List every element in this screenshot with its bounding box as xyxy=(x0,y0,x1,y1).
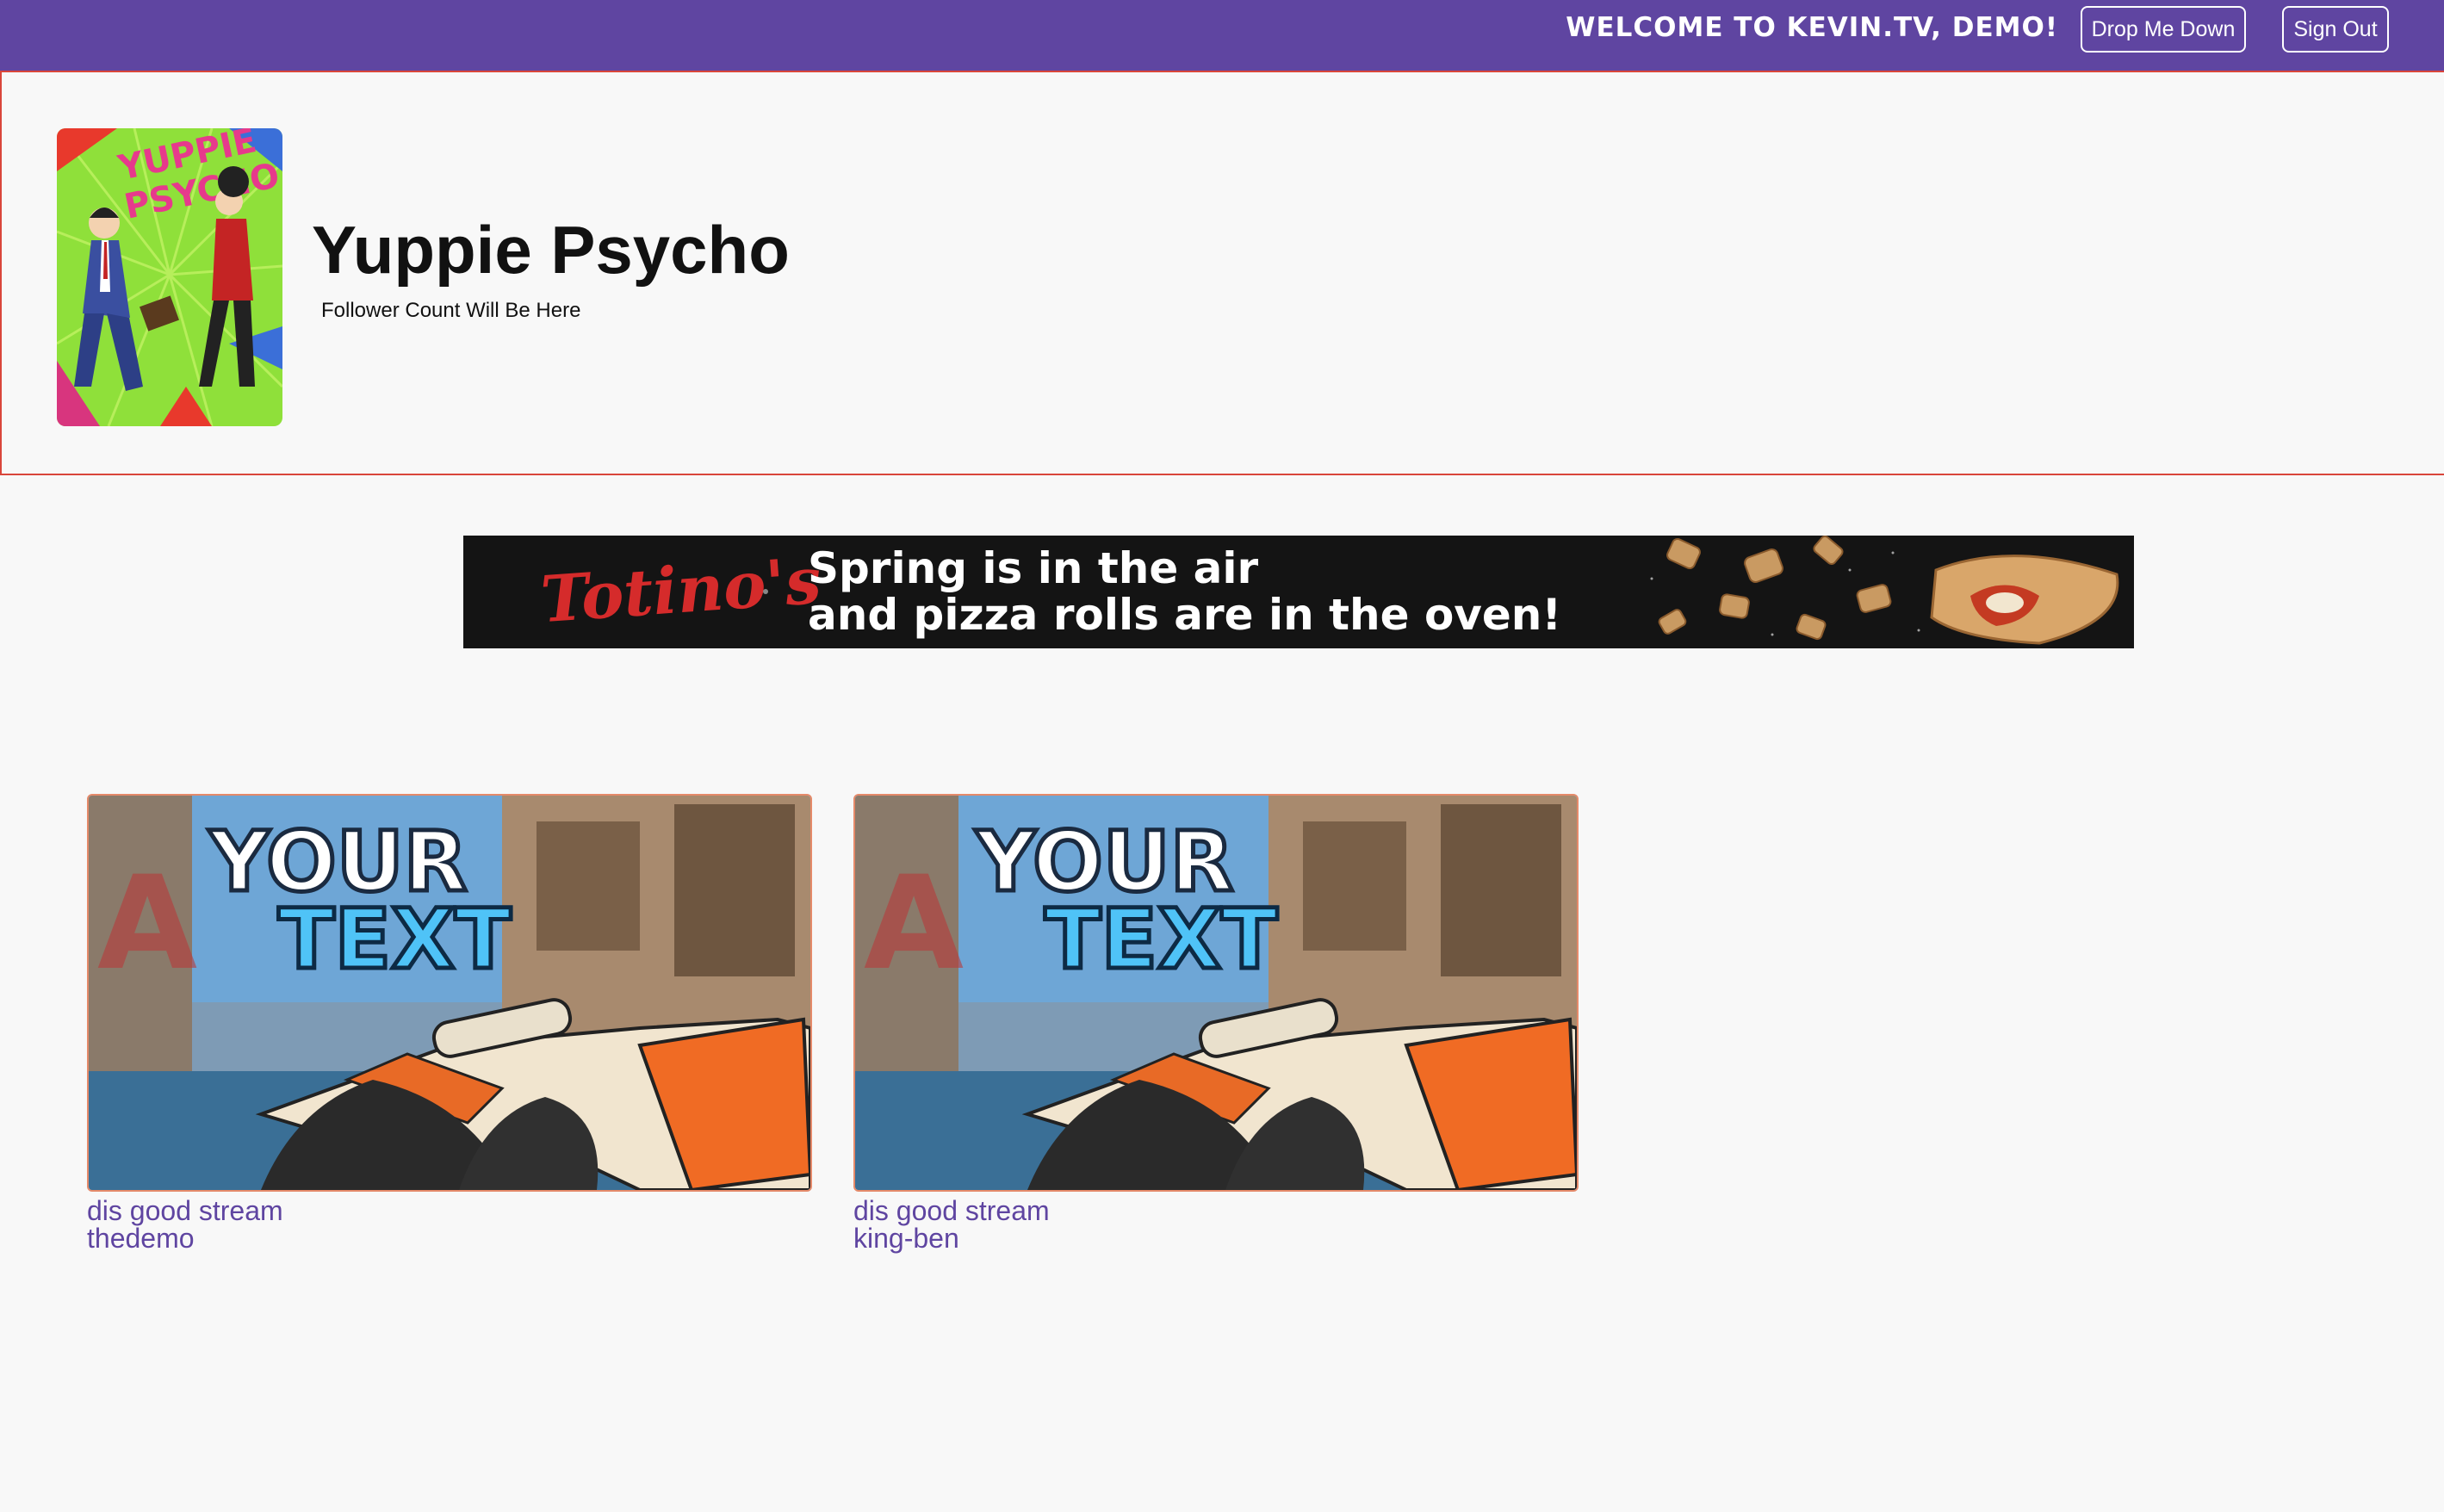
thumb-text-2: TEXT xyxy=(278,891,512,988)
ad-headline-2: and pizza rolls are in the oven! xyxy=(808,590,1562,640)
stream-thumbnail[interactable]: A YOUR TEXT xyxy=(87,794,812,1192)
follower-count: Follower Count Will Be Here xyxy=(321,299,581,322)
stream-thumbnail[interactable]: A YOUR TEXT xyxy=(853,794,1579,1192)
svg-text:A: A xyxy=(97,849,197,999)
pizza-rolls-image xyxy=(1650,536,2119,645)
stream-username[interactable]: king-ben xyxy=(853,1224,1577,1252)
ad-banner[interactable]: Totino's Spring is in the air and pizza … xyxy=(463,536,2134,648)
sign-out-button[interactable]: Sign Out xyxy=(2282,6,2389,53)
top-nav-bar: WELCOME TO KEVIN.TV, DEMO! Drop Me Down … xyxy=(0,0,2444,71)
game-title: Yuppie Psycho xyxy=(312,212,790,288)
ad-divider-dot xyxy=(763,589,768,594)
stream-title[interactable]: dis good stream xyxy=(853,1197,1577,1224)
stream-card[interactable]: A YOUR TEXT dis good stream thedemo xyxy=(87,794,812,1252)
svg-text:A: A xyxy=(864,849,964,999)
game-header: YUPPIE PSYCHO Yuppie Psycho Follower Cou… xyxy=(0,71,2444,475)
ad-brand-logo: Totino's xyxy=(538,543,824,638)
drop-me-down-button[interactable]: Drop Me Down xyxy=(2081,6,2246,53)
welcome-message: WELCOME TO KEVIN.TV, DEMO! xyxy=(1566,12,2058,43)
game-cover-art: YUPPIE PSYCHO xyxy=(57,128,282,426)
thumb-text-2: TEXT xyxy=(1045,891,1278,988)
stream-username[interactable]: thedemo xyxy=(87,1224,810,1252)
stream-card[interactable]: A YOUR TEXT dis good stream king-ben xyxy=(853,794,1579,1252)
ad-headline-1: Spring is in the air xyxy=(808,543,1259,593)
stream-title[interactable]: dis good stream xyxy=(87,1197,810,1224)
